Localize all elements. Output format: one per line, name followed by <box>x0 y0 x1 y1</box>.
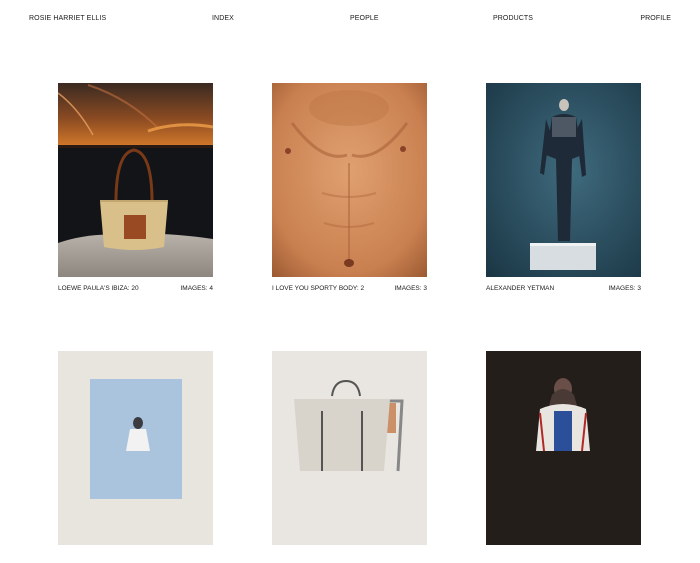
project-caption: LOEWE PAULA'S IBIZA: 20 IMAGES: 4 <box>58 285 213 295</box>
torso-photo <box>272 83 427 277</box>
project-caption: I LOVE YOU SPORTY BODY: 2 IMAGES: 3 <box>272 285 427 295</box>
basket-sunset-photo <box>58 83 213 277</box>
project-thumbnail[interactable] <box>486 83 641 277</box>
image-count: IMAGES: 3 <box>394 285 427 292</box>
project-card[interactable] <box>486 351 641 563</box>
figure-on-plinth-photo <box>486 83 641 277</box>
framed-print-photo <box>58 351 213 545</box>
image-count: IMAGES: 4 <box>180 285 213 292</box>
nav-profile-link[interactable]: PROFILE <box>640 15 671 22</box>
top-navigation: ROSIE HARRIET ELLIS INDEX PEOPLE PRODUCT… <box>29 15 671 27</box>
project-card[interactable] <box>58 351 213 563</box>
site-logo-link[interactable]: ROSIE HARRIET ELLIS <box>29 15 106 22</box>
nav-people-link[interactable]: PEOPLE <box>350 15 379 22</box>
project-caption <box>486 553 641 563</box>
project-title: LOEWE PAULA'S IBIZA: 20 <box>58 285 139 292</box>
project-caption <box>58 553 213 563</box>
project-caption: ALEXANDER YETMAN IMAGES: 3 <box>486 285 641 295</box>
project-card[interactable] <box>272 351 427 563</box>
project-card[interactable]: LOEWE PAULA'S IBIZA: 20 IMAGES: 4 <box>58 83 213 295</box>
image-count: IMAGES: 3 <box>608 285 641 292</box>
nav-index-link[interactable]: INDEX <box>212 15 234 22</box>
project-thumbnail[interactable] <box>58 83 213 277</box>
portrait-photo <box>486 351 641 545</box>
project-thumbnail[interactable] <box>486 351 641 545</box>
project-thumbnail[interactable] <box>272 351 427 545</box>
project-caption <box>272 553 427 563</box>
tote-bag-photo <box>272 351 427 545</box>
project-card[interactable]: ALEXANDER YETMAN IMAGES: 3 <box>486 83 641 295</box>
project-card[interactable]: I LOVE YOU SPORTY BODY: 2 IMAGES: 3 <box>272 83 427 295</box>
project-title: I LOVE YOU SPORTY BODY: 2 <box>272 285 365 292</box>
nav-products-link[interactable]: PRODUCTS <box>493 15 533 22</box>
project-thumbnail[interactable] <box>58 351 213 545</box>
project-thumbnail[interactable] <box>272 83 427 277</box>
project-title: ALEXANDER YETMAN <box>486 285 555 292</box>
